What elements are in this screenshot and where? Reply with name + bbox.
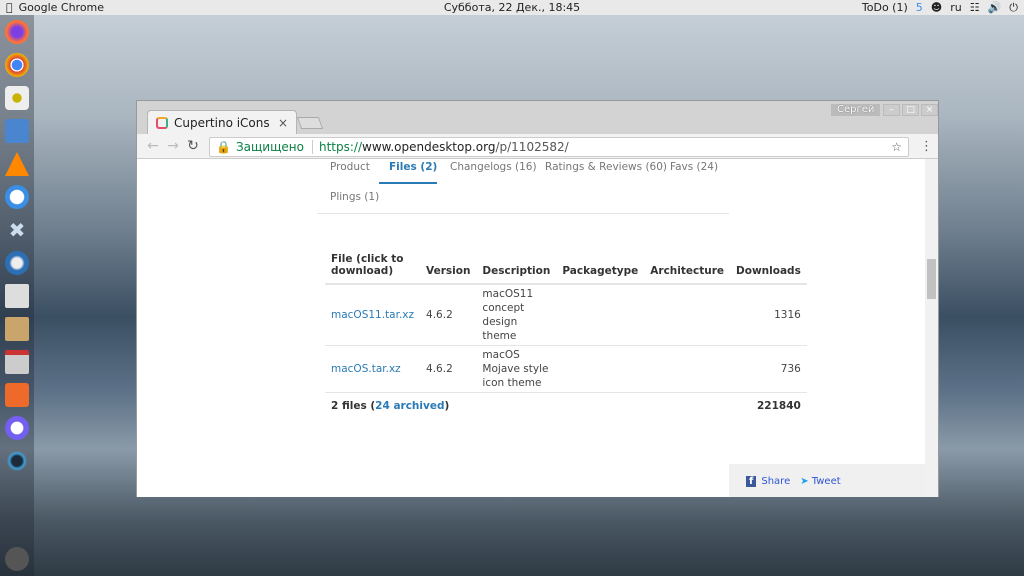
file-link[interactable]: macOS.tar.xz — [325, 345, 421, 393]
tab-changelogs[interactable]: Changelogs (16) — [450, 161, 537, 173]
col-architecture: Architecture — [644, 251, 731, 285]
table-row: macOS.tar.xz 4.6.2 macOS Mojave style ic… — [325, 345, 807, 393]
version: 4.6.2 — [420, 345, 477, 393]
tab-ratings[interactable]: Ratings & Reviews (60) — [545, 161, 667, 173]
description: macOS11 concept design theme — [476, 284, 557, 346]
top-panel: Google Chrome Суббота, 22 Дек., 18:45 T… — [0, 0, 1024, 15]
profile-button[interactable]: Сергей — [831, 104, 881, 116]
active-tab-underline — [379, 182, 437, 184]
files-table: File (click to download) Version Descrip… — [325, 251, 807, 415]
col-version: Version — [420, 251, 477, 285]
secure-label: Защищено — [236, 140, 313, 154]
archived-link[interactable]: 24 archived — [375, 400, 444, 412]
back-button[interactable]: ← — [143, 138, 163, 154]
architecture — [644, 345, 731, 393]
power-icon[interactable]: ⏻ — [1009, 1, 1018, 15]
architecture — [644, 284, 731, 346]
audio-player-icon[interactable] — [5, 86, 29, 110]
col-downloads: Downloads — [730, 251, 807, 285]
close-tab-icon[interactable]: × — [278, 116, 288, 130]
social-bar: f Share ➤ Tweet — [729, 464, 925, 497]
firefox-icon[interactable] — [5, 20, 29, 44]
dock: ✖ — [0, 15, 34, 576]
lock-icon: 🔒 — [216, 140, 231, 154]
tab-plings[interactable]: Plings (1) — [330, 191, 379, 203]
chrome-window: Cupertino iCons - w × Сергей – □ × ← → ↻… — [136, 100, 939, 497]
downloads: 736 — [730, 345, 807, 393]
deepin-icon[interactable] — [5, 449, 29, 473]
col-description: Description — [476, 251, 557, 285]
col-file: File (click to download) — [325, 251, 421, 285]
bookmark-star-icon[interactable]: ☆ — [891, 140, 902, 154]
launcher-icon[interactable] — [5, 547, 29, 571]
scrollbar-thumb[interactable] — [927, 259, 936, 299]
app-store-icon[interactable] — [5, 383, 29, 407]
thunderbird-icon[interactable] — [5, 251, 29, 275]
forward-button[interactable]: → — [163, 138, 183, 154]
address-bar[interactable]: 🔒 Защищено https://www.opendesktop.org/p… — [209, 137, 909, 157]
system-tools-icon[interactable]: ✖ — [5, 218, 29, 242]
reload-button[interactable]: ↻ — [183, 138, 203, 154]
twitter-icon: ➤ — [800, 476, 809, 487]
tab-product[interactable]: Product — [330, 161, 370, 173]
favicon-icon — [156, 116, 168, 129]
accessibility-icon[interactable]: ☻ — [931, 1, 942, 14]
chrome-icon[interactable] — [5, 53, 29, 77]
tab-title: Cupertino iCons - w — [174, 115, 272, 130]
active-app[interactable]: Google Chrome — [19, 1, 104, 14]
close-window-button[interactable]: × — [921, 104, 938, 116]
file-link[interactable]: macOS11.tar.xz — [325, 284, 421, 346]
description: macOS Mojave style icon theme — [476, 345, 557, 393]
tab-favs[interactable]: Favs (24) — [670, 161, 718, 173]
volume-icon[interactable]: 🔊 — [988, 1, 1002, 14]
tabs-divider — [317, 213, 729, 214]
archive-manager-icon[interactable] — [5, 350, 29, 374]
maximize-button[interactable]: □ — [902, 104, 919, 116]
calculator-icon[interactable] — [5, 284, 29, 308]
network-icon[interactable]: ☷ — [970, 1, 980, 14]
viber-icon[interactable] — [5, 416, 29, 440]
vlc-icon[interactable] — [5, 152, 29, 176]
scrollbar[interactable] — [925, 159, 938, 497]
package-installer-icon[interactable] — [5, 317, 29, 341]
todo-indicator[interactable]: ToDo (1) — [862, 1, 908, 14]
new-tab-button[interactable] — [296, 117, 324, 129]
tweet-button[interactable]: ➤ Tweet — [800, 476, 840, 492]
version: 4.6.2 — [420, 284, 477, 346]
facebook-share-button[interactable]: f Share — [746, 476, 790, 492]
packagetype — [556, 284, 645, 346]
page-content: Product Files (2) Changelogs (16) Rating… — [137, 159, 925, 497]
notification-badge[interactable]: 5 — [916, 1, 923, 14]
table-footer: 2 files (24 archived) 221840 — [325, 393, 807, 416]
col-packagetype: Packagetype — [556, 251, 645, 285]
browser-tab[interactable]: Cupertino iCons - w × — [147, 110, 297, 134]
table-row: macOS11.tar.xz 4.6.2 macOS11 concept des… — [325, 284, 807, 346]
total-downloads: 221840 — [756, 400, 801, 412]
apple-icon[interactable]:  — [6, 1, 13, 14]
minimize-button[interactable]: – — [883, 104, 900, 116]
packagetype — [556, 345, 645, 393]
downloads: 1316 — [730, 284, 807, 346]
tab-strip: Cupertino iCons - w × Сергей – □ × — [137, 101, 938, 134]
simplenote-icon[interactable] — [5, 185, 29, 209]
file-manager-icon[interactable] — [5, 119, 29, 143]
url-text[interactable]: https://www.opendesktop.org/p/1102582/ — [319, 140, 569, 154]
facebook-icon: f — [746, 476, 757, 487]
menu-button[interactable]: ⋮ — [920, 139, 933, 154]
tab-files[interactable]: Files (2) — [389, 161, 437, 173]
language-indicator[interactable]: ru — [950, 1, 962, 14]
